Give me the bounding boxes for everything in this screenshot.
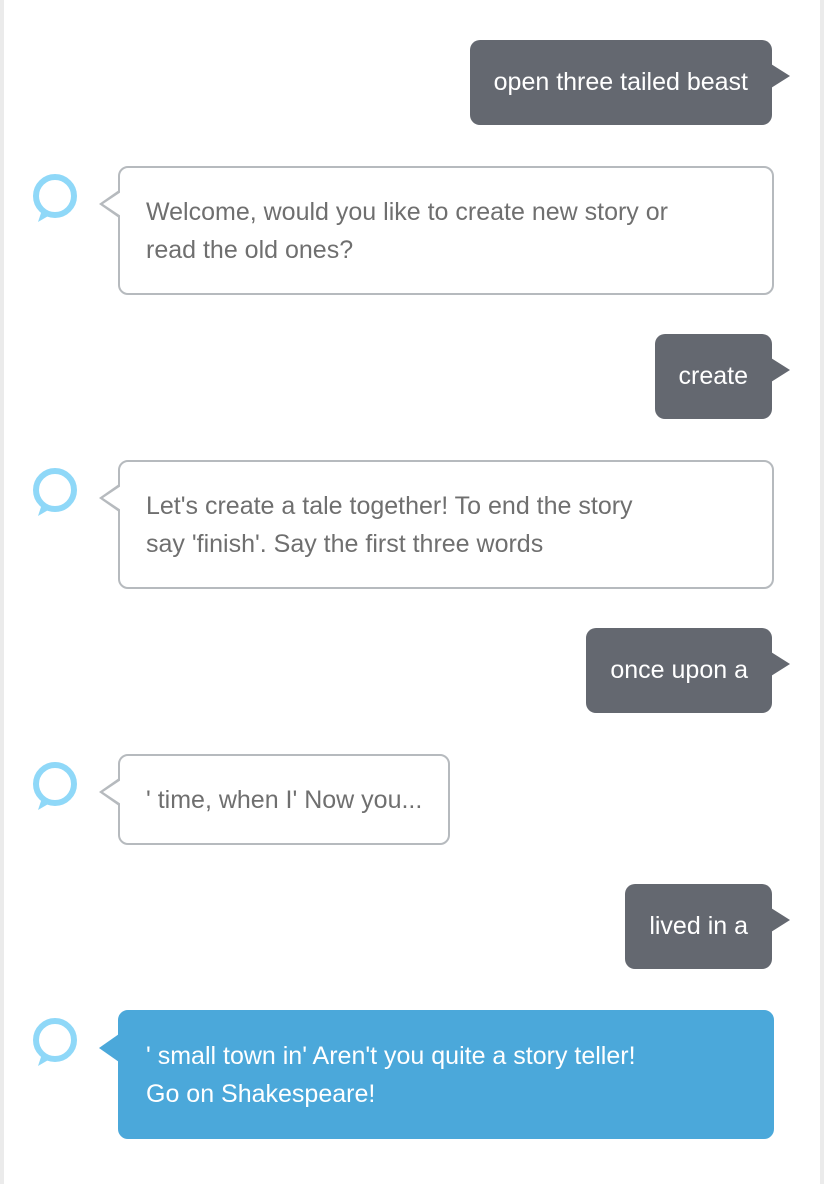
user-utterance-bubble: create (654, 334, 791, 419)
alexa-response-bubble: ' time, when I' Now you... (98, 754, 451, 845)
alexa-response-bubble: Welcome, would you like to create new st… (99, 166, 774, 295)
alexa-ring-icon (33, 174, 77, 222)
alexa-response-bubble-current: ' small town in' Aren't you quite a stor… (99, 1010, 774, 1139)
alexa-response-bubble: Let's create a tale together! To end the… (99, 460, 774, 589)
user-utterance-bubble: open three tailed beast (469, 40, 791, 125)
alexa-ring-icon (33, 468, 77, 516)
user-utterance-bubble: once upon a (586, 628, 790, 713)
chat-transcript: open three tailed beast Welcome, would y… (4, 0, 820, 1184)
alexa-ring-icon (33, 762, 77, 810)
user-utterance-bubble: lived in a (625, 884, 790, 969)
alexa-ring-icon (33, 1018, 77, 1066)
